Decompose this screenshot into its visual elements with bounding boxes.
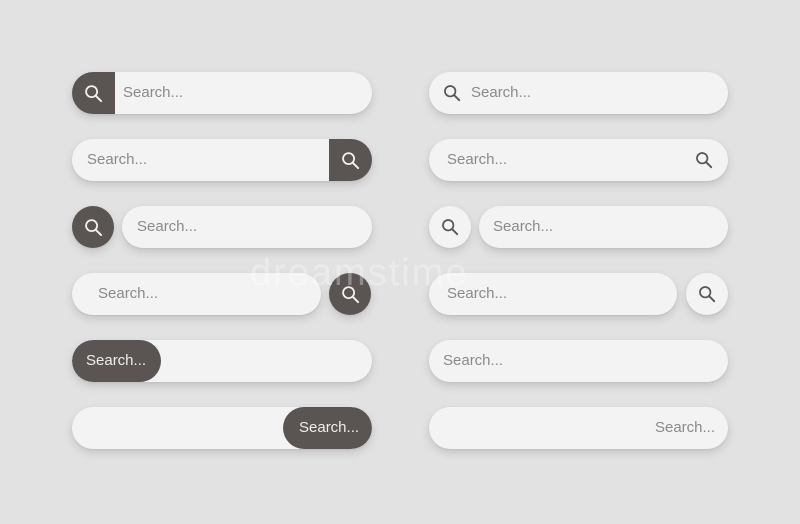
search-button[interactable] xyxy=(686,273,728,315)
search-input-field[interactable]: Search... xyxy=(429,340,728,382)
search-icon[interactable] xyxy=(443,84,461,102)
search-button-label: Search... xyxy=(86,352,147,369)
search-button[interactable] xyxy=(72,72,115,114)
search-bar-right-icon-dark[interactable]: Search... xyxy=(72,139,372,181)
search-input-field[interactable]: Search... xyxy=(479,206,728,248)
search-input-field[interactable]: Search... xyxy=(122,206,372,248)
search-input-field[interactable]: Search... xyxy=(429,407,728,449)
search-button[interactable] xyxy=(429,206,471,248)
search-button[interactable] xyxy=(72,206,114,248)
watermark: dreamstime xyxy=(250,252,469,294)
search-icon xyxy=(84,84,103,103)
search-icon xyxy=(698,285,716,303)
search-icon[interactable] xyxy=(695,151,713,169)
search-input[interactable]: Search... xyxy=(493,206,553,248)
search-icon xyxy=(84,218,103,237)
search-input[interactable]: Search... xyxy=(87,139,147,181)
search-input[interactable]: Search... xyxy=(655,407,715,449)
search-bar-right-pill[interactable]: Search... xyxy=(72,407,372,449)
search-bar-left-icon[interactable]: Search... xyxy=(429,72,728,114)
search-icon xyxy=(341,151,360,170)
search-button-label: Search... xyxy=(299,419,360,436)
search-bar-right-icon[interactable]: Search... xyxy=(429,139,728,181)
search-input[interactable]: Search... xyxy=(137,206,197,248)
search-bar-left-pill[interactable]: Search... xyxy=(72,340,372,382)
search-button[interactable] xyxy=(329,139,372,181)
search-input[interactable]: Search... xyxy=(443,340,503,382)
search-input[interactable]: Search... xyxy=(123,72,183,114)
search-bar-left-icon-dark[interactable]: Search... xyxy=(72,72,372,114)
search-input[interactable]: Search... xyxy=(471,72,531,114)
search-input[interactable]: Search... xyxy=(98,273,158,315)
search-input[interactable]: Search... xyxy=(447,139,507,181)
search-icon xyxy=(441,218,459,236)
